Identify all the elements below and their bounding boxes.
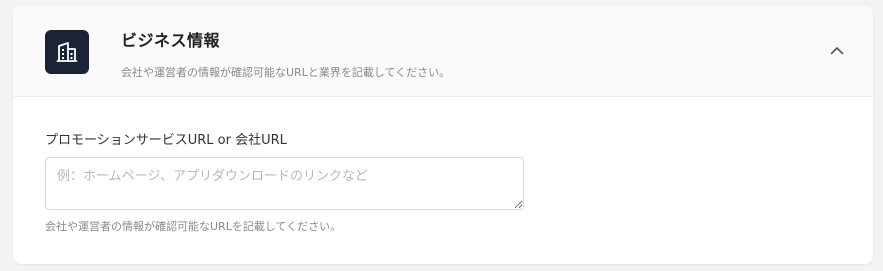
business-info-card: ビジネス情報 会社や運営者の情報が確認可能なURLと業界を記載してください。 プ… [13, 6, 873, 264]
promotion-url-input[interactable] [45, 157, 524, 210]
chevron-up-icon[interactable] [827, 40, 847, 60]
business-info-header[interactable]: ビジネス情報 会社や運営者の情報が確認可能なURLと業界を記載してください。 [13, 6, 873, 97]
section-title: ビジネス情報 [121, 31, 221, 50]
building-icon [45, 30, 89, 74]
chevron-up-icon-glyph [830, 46, 844, 54]
business-info-body: プロモーションサービスURL or 会社URL 会社や運営者の情報が確認可能なU… [13, 97, 873, 264]
url-field-label: プロモーションサービスURL or 会社URL [45, 133, 287, 148]
building-icon-glyph [56, 42, 78, 62]
section-description: 会社や運営者の情報が確認可能なURLと業界を記載してください。 [121, 66, 451, 79]
url-field-help: 会社や運営者の情報が確認可能なURLを記載してください。 [45, 220, 342, 233]
